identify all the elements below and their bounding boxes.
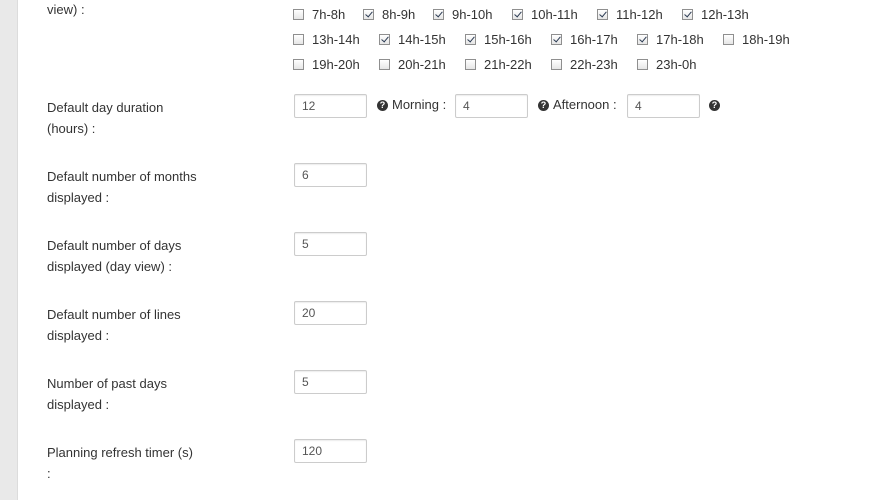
checkbox[interactable] [379,58,390,70]
hour-label: 7h-8h [312,6,346,22]
past-days-label-line1: Number of past days [47,376,167,391]
checkbox[interactable] [465,33,476,45]
day-duration-label-line1: Default day duration [47,100,164,115]
months-displayed-label-line2: displayed : [47,190,110,205]
hour-checkbox-21h-22h[interactable]: 21h-22h [465,54,532,74]
refresh-timer-label-line2: : [47,466,51,481]
morning-input[interactable] [455,94,528,118]
hour-label: 16h-17h [570,31,618,47]
refresh-timer-label: Planning refresh timer (s) : [47,442,277,484]
work-hours-label: view) : [47,0,277,20]
checkbox[interactable] [551,58,562,70]
checkbox[interactable] [293,58,304,70]
months-displayed-label-line1: Default number of months [47,169,197,184]
checkbox[interactable] [363,8,374,20]
hour-checkbox-23h-0h[interactable]: 23h-0h [637,54,696,74]
hour-label: 22h-23h [570,56,618,72]
question-circle-icon[interactable]: ? [709,100,720,111]
hour-checkbox-20h-21h[interactable]: 20h-21h [379,54,446,74]
hour-checkbox-9h-10h[interactable]: 9h-10h [433,4,492,24]
work-hours-label-text: view) : [47,2,85,17]
checkbox[interactable] [293,33,304,45]
afternoon-label: Afternoon : [553,97,617,112]
lines-displayed-label-line2: displayed : [47,328,110,343]
hour-label: 13h-14h [312,31,360,47]
past-days-input[interactable] [294,370,367,394]
morning-label: Morning : [392,97,447,112]
hour-label: 14h-15h [398,31,446,47]
checkbox[interactable] [433,8,444,20]
hour-checkbox-8h-9h[interactable]: 8h-9h [363,4,415,24]
past-days-label-line2: displayed : [47,397,110,412]
checkbox[interactable] [723,33,734,45]
hour-label: 19h-20h [312,56,360,72]
checkbox[interactable] [379,33,390,45]
hour-label: 11h-12h [616,6,663,22]
hour-checkbox-13h-14h[interactable]: 13h-14h [293,29,360,49]
hour-checkbox-19h-20h[interactable]: 19h-20h [293,54,360,74]
refresh-timer-label-line1: Planning refresh timer (s) [47,445,193,460]
checkbox[interactable] [512,8,523,20]
months-displayed-label: Default number of months displayed : [47,166,277,208]
days-displayed-label-line1: Default number of days [47,238,182,253]
past-days-label: Number of past days displayed : [47,373,277,415]
hour-checkbox-14h-15h[interactable]: 14h-15h [379,29,446,49]
hour-label: 10h-11h [531,6,578,22]
checkbox[interactable] [293,8,304,20]
checkbox[interactable] [682,8,693,20]
hour-checkbox-11h-12h[interactable]: 11h-12h [597,4,663,24]
hour-checkbox-22h-23h[interactable]: 22h-23h [551,54,618,74]
hour-label: 21h-22h [484,56,532,72]
lines-displayed-label-line1: Default number of lines [47,307,181,322]
hour-checkbox-10h-11h[interactable]: 10h-11h [512,4,578,24]
hour-checkbox-12h-13h[interactable]: 12h-13h [682,4,749,24]
days-displayed-label: Default number of days displayed (day vi… [47,235,277,277]
afternoon-input[interactable] [627,94,700,118]
day-duration-input[interactable] [294,94,367,118]
days-displayed-input[interactable] [294,232,367,256]
hour-label: 12h-13h [701,6,749,22]
hour-checkbox-16h-17h[interactable]: 16h-17h [551,29,618,49]
hour-checkbox-7h-8h[interactable]: 7h-8h [293,4,345,24]
day-duration-label: Default day duration (hours) : [47,97,277,139]
hour-label: 18h-19h [742,31,790,47]
hour-label: 15h-16h [484,31,532,47]
hour-checkbox-17h-18h[interactable]: 17h-18h [637,29,704,49]
refresh-timer-input[interactable] [294,439,367,463]
checkbox[interactable] [637,33,648,45]
hour-checkbox-18h-19h[interactable]: 18h-19h [723,29,790,49]
hour-label: 8h-9h [382,6,416,22]
checkbox[interactable] [551,33,562,45]
hour-checkbox-15h-16h[interactable]: 15h-16h [465,29,532,49]
hour-label: 20h-21h [398,56,446,72]
day-duration-label-line2: (hours) : [47,121,96,136]
hour-label: 9h-10h [452,6,493,22]
checkbox[interactable] [465,58,476,70]
days-displayed-label-line2: displayed (day view) : [47,259,172,274]
question-circle-icon[interactable]: ? [538,100,549,111]
hour-label: 23h-0h [656,56,697,72]
checkbox[interactable] [637,58,648,70]
hour-label: 17h-18h [656,31,704,47]
question-circle-icon[interactable]: ? [377,100,388,111]
checkbox[interactable] [597,8,608,20]
lines-displayed-label: Default number of lines displayed : [47,304,277,346]
months-displayed-input[interactable] [294,163,367,187]
lines-displayed-input[interactable] [294,301,367,325]
